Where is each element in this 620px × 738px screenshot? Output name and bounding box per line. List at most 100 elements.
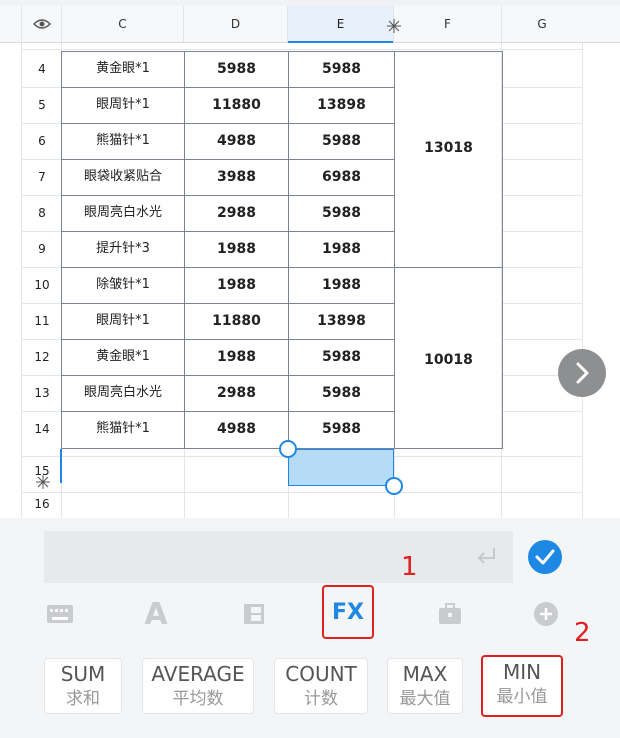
column-header-f[interactable]: F — [394, 6, 502, 42]
average-function-button[interactable]: AVERAGE 平均数 — [142, 658, 254, 714]
confirm-button[interactable] — [528, 540, 562, 574]
selected-cell[interactable] — [288, 449, 394, 486]
function-name: COUNT — [285, 662, 357, 686]
function-name-zh: 最小值 — [496, 687, 548, 707]
spreadsheet-grid[interactable]: C D E F G 4 黄金眼*1 5988 5988 5 眼周针*1 1188… — [0, 6, 620, 518]
table-cell[interactable]: 提升针*3 — [62, 231, 184, 267]
font-icon[interactable]: A — [136, 590, 176, 638]
row-header[interactable]: 8 — [22, 195, 62, 231]
table-cell[interactable]: 4988 — [185, 411, 288, 447]
sum-function-button[interactable]: SUM 求和 — [44, 658, 122, 714]
table-cell[interactable]: 熊猫针*1 — [62, 123, 184, 159]
row-header[interactable]: 6 — [22, 123, 62, 159]
table-cell[interactable]: 5988 — [185, 51, 288, 87]
table-cell[interactable]: 熊猫针*1 — [62, 411, 184, 447]
table-cell[interactable]: 眼周亮白水光 — [62, 375, 184, 411]
row-header[interactable]: 11 — [22, 303, 62, 339]
function-name: MIN — [502, 660, 542, 684]
partial-row-3 — [22, 43, 582, 50]
column-resize-icon[interactable] — [386, 18, 402, 34]
column-header-c[interactable]: C — [62, 6, 184, 42]
grid-line — [502, 267, 582, 268]
formula-input[interactable] — [44, 531, 513, 583]
column-header-e[interactable]: E — [288, 6, 394, 43]
table-cell[interactable]: 2988 — [185, 375, 288, 411]
eye-icon[interactable] — [22, 6, 62, 42]
next-arrow-button[interactable] — [558, 349, 606, 397]
annotation-label-2: 2 — [574, 618, 591, 648]
grid-line — [502, 195, 582, 196]
row-header[interactable]: 14 — [22, 411, 62, 447]
table-cell[interactable]: 5988 — [289, 195, 394, 231]
function-name: MAX — [402, 662, 448, 686]
enter-icon[interactable] — [474, 545, 500, 569]
max-function-button[interactable]: MAX 最大值 — [387, 658, 463, 714]
table-cell[interactable]: 2988 — [185, 195, 288, 231]
min-function-button[interactable]: MIN 最小值 — [481, 655, 563, 717]
row-header[interactable]: 5 — [22, 87, 62, 123]
function-name-zh: 计数 — [304, 689, 338, 709]
table-cell[interactable]: 11880 — [185, 303, 288, 339]
column-header-e-label: E — [336, 17, 345, 31]
table-cell[interactable]: 眼周针*1 — [62, 303, 184, 339]
table-cell[interactable]: 眼袋收紧贴合 — [62, 159, 184, 195]
add-icon[interactable] — [526, 590, 566, 638]
grid-line — [582, 43, 583, 518]
function-name-zh: 求和 — [66, 689, 100, 709]
grid-line — [22, 492, 582, 493]
row-header[interactable]: 9 — [22, 231, 62, 267]
annotation-label-1: 1 — [401, 552, 418, 582]
toolbox-icon[interactable] — [430, 590, 470, 638]
merged-cell-f-group2[interactable]: 10018 — [395, 268, 502, 448]
table-cell[interactable]: 11880 — [185, 87, 288, 123]
table-cell[interactable]: 黄金眼*1 — [62, 339, 184, 375]
count-function-button[interactable]: COUNT 计数 — [274, 658, 368, 714]
row-header[interactable]: 7 — [22, 159, 62, 195]
function-name-zh: 平均数 — [172, 689, 224, 709]
table-cell[interactable]: 5988 — [289, 375, 394, 411]
row-selection-marker — [60, 449, 62, 483]
layout-icon[interactable] — [234, 590, 274, 638]
column-header-d[interactable]: D — [184, 6, 288, 42]
table-cell[interactable]: 4988 — [185, 123, 288, 159]
table-cell[interactable]: 5988 — [289, 123, 394, 159]
merged-cell-f-group1[interactable]: 13018 — [395, 52, 502, 267]
row-header[interactable]: 10 — [22, 267, 62, 303]
grid-line — [502, 87, 582, 88]
grid-line — [502, 411, 582, 412]
grid-line — [502, 123, 582, 124]
grid-line — [502, 159, 582, 160]
keyboard-icon[interactable] — [40, 590, 80, 638]
chevron-right-icon — [576, 362, 589, 384]
table-cell[interactable]: 6988 — [289, 159, 394, 195]
table-cell[interactable]: 1988 — [185, 339, 288, 375]
row-header[interactable]: 12 — [22, 339, 62, 375]
table-cell[interactable]: 13898 — [289, 303, 394, 339]
table-cell[interactable]: 1988 — [185, 231, 288, 267]
table-cell[interactable]: 1988 — [289, 267, 394, 303]
table-cell[interactable]: 1988 — [289, 231, 394, 267]
grid-line — [184, 449, 185, 518]
table-cell[interactable]: 5988 — [289, 51, 394, 87]
table-cell[interactable]: 13898 — [289, 87, 394, 123]
grid-line — [502, 339, 582, 340]
grid-line — [502, 231, 582, 232]
selection-handle-top[interactable] — [279, 440, 297, 458]
selection-handle-bottom[interactable] — [385, 477, 403, 495]
table-cell[interactable]: 5988 — [289, 411, 394, 447]
column-header-row: C D E F G — [0, 6, 620, 43]
row-header[interactable]: 16 — [22, 486, 62, 518]
function-name: SUM — [60, 662, 106, 686]
table-cell[interactable]: 除皱针*1 — [62, 267, 184, 303]
table-cell[interactable]: 3988 — [185, 159, 288, 195]
column-header-g[interactable]: G — [502, 6, 582, 42]
table-cell[interactable]: 1988 — [185, 267, 288, 303]
table-cell[interactable]: 5988 — [289, 339, 394, 375]
table-cell[interactable]: 眼周针*1 — [62, 87, 184, 123]
table-cell[interactable]: 眼周亮白水光 — [62, 195, 184, 231]
table-cell[interactable]: 黄金眼*1 — [62, 51, 184, 87]
row-header[interactable]: 13 — [22, 375, 62, 411]
fx-button[interactable]: FX — [322, 585, 374, 639]
row-header[interactable]: 4 — [22, 51, 62, 87]
table-border — [502, 51, 503, 449]
